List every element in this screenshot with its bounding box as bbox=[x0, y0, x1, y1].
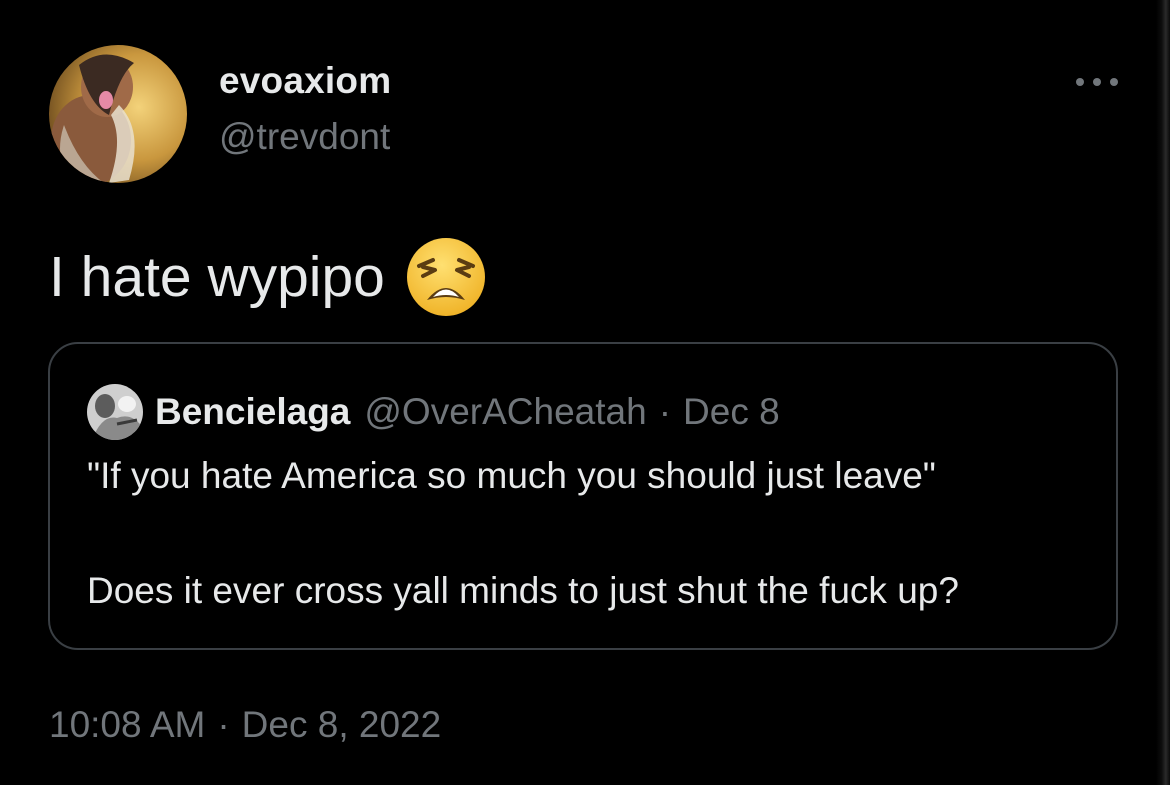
profile-photo-icon bbox=[49, 45, 187, 183]
more-options-button[interactable] bbox=[1072, 66, 1122, 98]
author-handle[interactable]: @trevdont bbox=[219, 116, 390, 158]
quoted-tweet-card[interactable]: Bencielaga @OverACheatah · Dec 8 "If you… bbox=[48, 342, 1118, 650]
tweet-date[interactable]: Dec 8, 2022 bbox=[242, 704, 442, 745]
quoted-author-display-name[interactable]: Bencielaga bbox=[155, 391, 350, 433]
quoted-author-avatar[interactable] bbox=[87, 384, 143, 440]
tweet-time[interactable]: 10:08 AM bbox=[49, 704, 205, 745]
more-horizontal-icon bbox=[1076, 78, 1118, 86]
quoted-tweet-date[interactable]: Dec 8 bbox=[683, 391, 780, 433]
author-display-name[interactable]: evoaxiom bbox=[219, 60, 391, 102]
tweet-text-content: I hate wypipo bbox=[49, 245, 385, 309]
tweet-text: I hate wypipo bbox=[49, 236, 487, 318]
author-avatar[interactable] bbox=[49, 45, 187, 183]
weary-face-icon bbox=[405, 236, 487, 318]
tweet-timestamp[interactable]: 10:08 AM · Dec 8, 2022 bbox=[49, 704, 441, 746]
quoted-author-handle[interactable]: @OverACheatah bbox=[364, 391, 646, 433]
quoted-tweet-header: Bencielaga @OverACheatah · Dec 8 bbox=[87, 384, 780, 440]
quoted-tweet-line: "If you hate America so much you should … bbox=[87, 455, 936, 496]
quoted-header-separator: · bbox=[658, 391, 672, 432]
timestamp-separator: · bbox=[217, 704, 230, 745]
quoted-tweet-line: Does it ever cross yall minds to just sh… bbox=[87, 570, 959, 611]
profile-photo-icon bbox=[87, 384, 143, 440]
screen-edge bbox=[1156, 0, 1170, 785]
